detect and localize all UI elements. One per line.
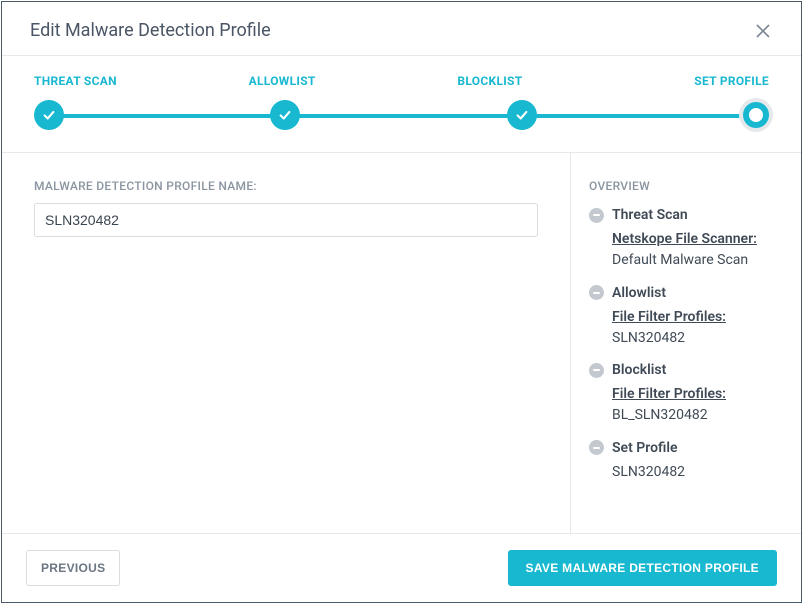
overview-sub-value: SLN320482: [612, 328, 779, 348]
step-label-blocklist[interactable]: BLOCKLIST: [457, 74, 522, 88]
minus-circle-icon: [589, 285, 604, 300]
step-label-set-profile[interactable]: SET PROFILE: [694, 74, 769, 88]
step-node-set-profile[interactable]: [743, 102, 769, 128]
step-label-threat-scan[interactable]: THREAT SCAN: [34, 74, 117, 88]
overview-head: Blocklist: [612, 362, 666, 378]
overview-item-allowlist: Allowlist File Filter Profiles: SLN32048…: [589, 285, 779, 349]
overview-sub-label: Netskope File Scanner:: [612, 231, 757, 247]
overview-pane: OVERVIEW Threat Scan Netskope File Scann…: [571, 153, 801, 533]
overview-sub-value: BL_SLN320482: [612, 405, 779, 425]
check-icon: [515, 108, 529, 122]
overview-item-threat-scan: Threat Scan Netskope File Scanner: Defau…: [589, 207, 779, 271]
check-icon: [42, 108, 56, 122]
overview-sub-label: File Filter Profiles:: [612, 309, 726, 325]
overview-sub-label: File Filter Profiles:: [612, 386, 726, 402]
step-node-threat-scan[interactable]: [34, 100, 64, 130]
stepper: THREAT SCAN ALLOWLIST BLOCKLIST SET PROF…: [2, 55, 801, 153]
profile-name-input[interactable]: [34, 203, 538, 237]
close-icon: [756, 24, 770, 38]
overview-title: OVERVIEW: [589, 179, 779, 193]
modal-title: Edit Malware Detection Profile: [30, 20, 271, 41]
overview-sub-value: SLN320482: [612, 462, 779, 482]
profile-name-label: MALWARE DETECTION PROFILE NAME:: [34, 179, 538, 193]
overview-item-blocklist: Blocklist File Filter Profiles: BL_SLN32…: [589, 362, 779, 426]
modal-header: Edit Malware Detection Profile: [2, 2, 801, 55]
overview-head: Allowlist: [612, 285, 666, 301]
overview-sub-value: Default Malware Scan: [612, 250, 779, 270]
minus-circle-icon: [589, 440, 604, 455]
step-node-blocklist[interactable]: [507, 100, 537, 130]
overview-head: Set Profile: [612, 440, 678, 456]
step-label-allowlist[interactable]: ALLOWLIST: [249, 74, 316, 88]
minus-circle-icon: [589, 208, 604, 223]
save-button[interactable]: SAVE MALWARE DETECTION PROFILE: [508, 550, 777, 586]
modal-body: MALWARE DETECTION PROFILE NAME: OVERVIEW…: [2, 153, 801, 533]
form-pane: MALWARE DETECTION PROFILE NAME:: [2, 153, 571, 533]
modal-footer: PREVIOUS SAVE MALWARE DETECTION PROFILE: [2, 533, 801, 602]
close-button[interactable]: [753, 21, 773, 41]
overview-item-set-profile: Set Profile SLN320482: [589, 440, 779, 482]
previous-button[interactable]: PREVIOUS: [26, 550, 120, 586]
step-node-allowlist[interactable]: [270, 100, 300, 130]
modal: Edit Malware Detection Profile THREAT SC…: [1, 1, 802, 603]
minus-circle-icon: [589, 363, 604, 378]
check-icon: [278, 108, 292, 122]
overview-head: Threat Scan: [612, 207, 688, 223]
